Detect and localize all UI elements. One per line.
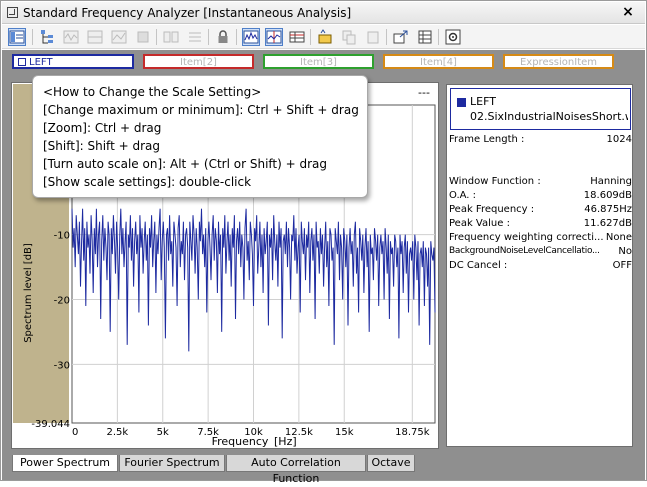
x-tick-label: 15k <box>335 427 354 438</box>
channel-bar: LEFT Item[2] Item[3] Item[4] ExpressionI… <box>2 50 645 74</box>
info-value: 1024 <box>605 134 632 145</box>
tooltip-line: <How to Change the Scale Setting> <box>43 85 262 99</box>
channel-tab-left[interactable]: LEFT <box>12 54 134 69</box>
tab-fourier-spectrum[interactable]: Fourier Spectrum <box>119 455 225 472</box>
x-tick-label: 18.75k <box>395 427 430 438</box>
split-icon <box>86 28 104 46</box>
tooltip-line: [Turn auto scale on]: Alt + (Ctrl or Shi… <box>43 157 328 171</box>
info-value: OFF <box>611 260 632 271</box>
export-icon[interactable] <box>392 28 410 46</box>
lock-icon[interactable] <box>214 28 232 46</box>
peak-icon[interactable] <box>316 28 334 46</box>
marker-icon <box>134 28 152 46</box>
info-row-frame-length: Frame Length : 1024 <box>449 134 632 148</box>
x-axis-unit: [Hz] <box>274 435 297 448</box>
y-axis-label: Spectrum level [dB] <box>23 243 34 343</box>
y-tick-label: -10 <box>54 231 70 242</box>
list-icon <box>186 28 204 46</box>
tab-power-spectrum[interactable]: Power Spectrum <box>12 455 118 472</box>
layout-icon[interactable] <box>8 28 26 46</box>
info-row-peak-frequency: Peak Frequency : 46.875Hz <box>449 204 632 218</box>
channel-tab-label: LEFT <box>29 57 53 68</box>
x-axis-label: Frequency <box>212 435 269 448</box>
info-value: None <box>604 232 632 243</box>
info-key: O.A. : <box>449 190 477 201</box>
info-value: Hanning <box>589 176 632 187</box>
x-tick-label: 0 <box>72 427 78 438</box>
tab-octave[interactable]: Octave <box>367 455 415 472</box>
legend-swatch <box>457 98 466 107</box>
info-panel: LEFT 02.SixIndustrialNoisesShort.w... Fr… <box>446 84 633 447</box>
window-icon <box>7 7 18 18</box>
toolbar <box>2 25 645 49</box>
channel-tab-item4[interactable]: Item[4] <box>383 54 494 69</box>
y-tick-label: -20 <box>54 296 70 307</box>
info-row-background-noise: BackgroundNoiseLevelCancellatio... No <box>449 246 632 260</box>
x-tick-label: 5k <box>157 427 169 438</box>
legend-file: 02.SixIndustrialNoisesShort.w... <box>470 110 628 123</box>
y-tick-label: -39.044 <box>31 419 70 430</box>
info-row-peak-value: Peak Value : 11.627dB <box>449 218 632 232</box>
info-key: DC Cancel : <box>449 260 508 271</box>
tooltip-line: [Show scale settings]: double-click <box>43 175 252 189</box>
info-key: Peak Frequency : <box>449 204 535 215</box>
channel-tab-item3[interactable]: Item[3] <box>263 54 374 69</box>
compare-icon <box>162 28 180 46</box>
info-key: BackgroundNoiseLevelCancellatio... <box>449 246 600 256</box>
info-key: Peak Value : <box>449 218 510 229</box>
tree-icon[interactable] <box>38 28 56 46</box>
x-tick-label: 2.5k <box>107 427 129 438</box>
info-value: No <box>617 246 632 257</box>
scale-help-tooltip: <How to Change the Scale Setting> [Chang… <box>32 75 368 198</box>
channel-tab-item2[interactable]: Item[2] <box>143 54 254 69</box>
info-value: 46.875Hz <box>583 204 632 215</box>
info-value: 11.627dB <box>582 218 632 229</box>
y-tick-label: -30 <box>54 360 70 371</box>
table-icon[interactable] <box>288 28 306 46</box>
paste-icon <box>364 28 382 46</box>
info-key: Window Function : <box>449 176 541 187</box>
waveform-icon <box>62 28 80 46</box>
checkbox-icon[interactable] <box>18 58 26 66</box>
tab-auto-correlation[interactable]: Auto Correlation Function <box>226 455 366 485</box>
info-value: 18.609dB <box>582 190 632 201</box>
info-row-window-function: Window Function : Hanning <box>449 176 632 190</box>
bottom-tab-bar: Power Spectrum Fourier Spectrum Auto Cor… <box>2 455 645 485</box>
settings-icon[interactable] <box>444 28 462 46</box>
grid-table-icon[interactable] <box>416 28 434 46</box>
tooltip-line: [Zoom]: Ctrl + drag <box>43 121 162 135</box>
copy-icon <box>340 28 358 46</box>
channel-tab-expression[interactable]: ExpressionItem <box>503 54 614 69</box>
legend-channel: LEFT <box>470 95 496 108</box>
cursor-view-icon[interactable] <box>265 28 283 46</box>
tooltip-line: [Shift]: Shift + drag <box>43 139 160 153</box>
tooltip-line: [Change maximum or minimum]: Ctrl + Shif… <box>43 103 359 117</box>
info-row-frequency-weighting: Frequency weighting correcti... None <box>449 232 632 246</box>
window-title: Standard Frequency Analyzer [Instantaneo… <box>23 6 352 20</box>
spectrum-view-icon[interactable] <box>242 28 260 46</box>
info-row-dc-cancel: DC Cancel : OFF <box>449 260 632 274</box>
overlay-icon <box>110 28 128 46</box>
analyzer-window: Standard Frequency Analyzer [Instantaneo… <box>0 0 647 485</box>
close-button[interactable]: × <box>621 4 635 20</box>
title-bar[interactable]: Standard Frequency Analyzer [Instantaneo… <box>2 2 645 24</box>
info-key: Frame Length : <box>449 134 525 145</box>
info-key: Frequency weighting correcti... <box>449 232 604 243</box>
legend-box[interactable]: LEFT 02.SixIndustrialNoisesShort.w... <box>450 88 631 130</box>
info-row-oa: O.A. : 18.609dB <box>449 190 632 204</box>
